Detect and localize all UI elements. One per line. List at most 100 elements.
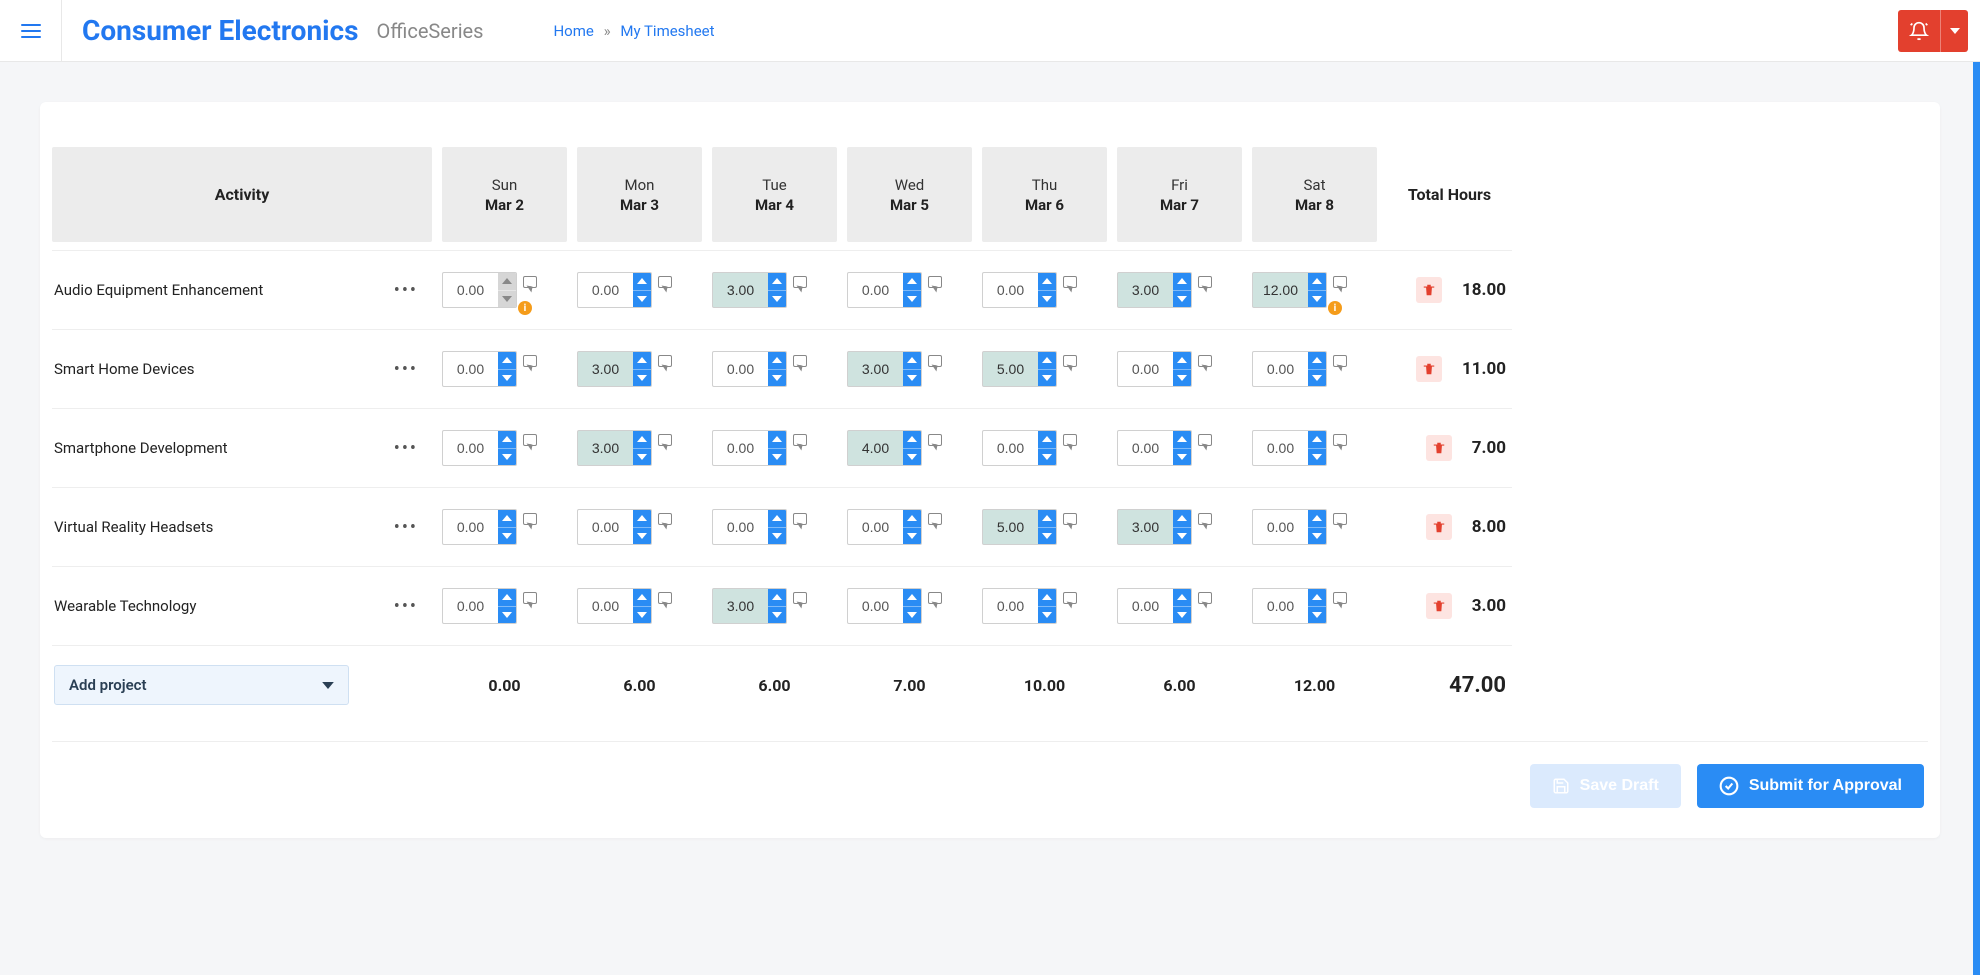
hour-input[interactable]: [1118, 352, 1173, 386]
spin-up-button[interactable]: [1173, 431, 1191, 449]
hour-input[interactable]: [443, 510, 498, 544]
spin-down-button[interactable]: [498, 449, 516, 466]
comment-icon[interactable]: [928, 276, 942, 288]
hour-input[interactable]: [848, 352, 903, 386]
comment-icon[interactable]: [523, 434, 537, 446]
hour-input[interactable]: [443, 273, 498, 307]
hour-input[interactable]: [983, 352, 1038, 386]
comment-icon[interactable]: [1198, 434, 1212, 446]
spin-up-button[interactable]: [903, 589, 921, 607]
spin-up-button[interactable]: [633, 352, 651, 370]
spin-down-button[interactable]: [903, 291, 921, 308]
comment-icon[interactable]: [1063, 276, 1077, 288]
spin-up-button[interactable]: [903, 352, 921, 370]
comment-icon[interactable]: [523, 276, 537, 288]
spin-up-button[interactable]: [633, 510, 651, 528]
hour-input[interactable]: [1118, 589, 1173, 623]
comment-icon[interactable]: [1063, 592, 1077, 604]
spin-down-button[interactable]: [903, 449, 921, 466]
spin-down-button[interactable]: [903, 370, 921, 387]
spin-up-button[interactable]: [1173, 273, 1191, 291]
comment-icon[interactable]: [658, 592, 672, 604]
row-more-button[interactable]: •••: [388, 513, 424, 542]
spin-up-button[interactable]: [903, 431, 921, 449]
spin-down-button[interactable]: [768, 607, 786, 624]
spin-down-button[interactable]: [1038, 370, 1056, 387]
spin-up-button[interactable]: [903, 273, 921, 291]
row-more-button[interactable]: •••: [388, 592, 424, 621]
hour-input[interactable]: [848, 589, 903, 623]
comment-icon[interactable]: [793, 434, 807, 446]
spin-down-button[interactable]: [498, 370, 516, 387]
hour-input[interactable]: [1118, 431, 1173, 465]
comment-icon[interactable]: [658, 434, 672, 446]
spin-down-button[interactable]: [633, 528, 651, 545]
comment-icon[interactable]: [793, 513, 807, 525]
comment-icon[interactable]: [1333, 276, 1347, 288]
spin-up-button[interactable]: [768, 589, 786, 607]
comment-icon[interactable]: [793, 355, 807, 367]
hour-input[interactable]: [443, 589, 498, 623]
spin-up-button[interactable]: [1308, 352, 1326, 370]
hour-input[interactable]: [713, 352, 768, 386]
hour-input[interactable]: [1118, 273, 1173, 307]
hour-input[interactable]: [983, 589, 1038, 623]
comment-icon[interactable]: [1198, 276, 1212, 288]
delete-row-button[interactable]: [1426, 514, 1452, 540]
comment-icon[interactable]: [928, 592, 942, 604]
breadcrumb-current[interactable]: My Timesheet: [620, 22, 714, 40]
comment-icon[interactable]: [928, 434, 942, 446]
spin-up-button[interactable]: [633, 589, 651, 607]
comment-icon[interactable]: [1198, 513, 1212, 525]
spin-down-button[interactable]: [1308, 291, 1326, 308]
menu-button[interactable]: [0, 0, 62, 62]
spin-up-button[interactable]: [498, 510, 516, 528]
spin-up-button[interactable]: [768, 510, 786, 528]
hour-input[interactable]: [983, 431, 1038, 465]
spin-down-button[interactable]: [903, 607, 921, 624]
spin-down-button[interactable]: [1308, 607, 1326, 624]
comment-icon[interactable]: [1063, 513, 1077, 525]
hour-input[interactable]: [1253, 352, 1308, 386]
comment-icon[interactable]: [1063, 434, 1077, 446]
spin-up-button[interactable]: [1038, 510, 1056, 528]
hour-input[interactable]: [713, 273, 768, 307]
spin-down-button[interactable]: [633, 370, 651, 387]
hour-input[interactable]: [713, 510, 768, 544]
spin-up-button[interactable]: [1308, 273, 1326, 291]
hour-input[interactable]: [443, 431, 498, 465]
delete-row-button[interactable]: [1426, 593, 1452, 619]
hour-input[interactable]: [983, 510, 1038, 544]
comment-icon[interactable]: [1333, 355, 1347, 367]
spin-down-button[interactable]: [1173, 607, 1191, 624]
spin-up-button[interactable]: [1038, 431, 1056, 449]
hour-input[interactable]: [578, 352, 633, 386]
spin-down-button[interactable]: [1038, 528, 1056, 545]
hour-input[interactable]: [1253, 510, 1308, 544]
hour-input[interactable]: [1253, 589, 1308, 623]
spin-up-button[interactable]: [1173, 510, 1191, 528]
spin-up-button[interactable]: [903, 510, 921, 528]
spin-up-button[interactable]: [768, 273, 786, 291]
hour-input[interactable]: [578, 273, 633, 307]
spin-down-button[interactable]: [1173, 449, 1191, 466]
spin-down-button[interactable]: [633, 607, 651, 624]
spin-up-button[interactable]: [1173, 589, 1191, 607]
delete-row-button[interactable]: [1426, 435, 1452, 461]
notification-button[interactable]: [1898, 10, 1940, 52]
comment-icon[interactable]: [658, 355, 672, 367]
spin-up-button[interactable]: [1173, 352, 1191, 370]
spin-up-button[interactable]: [1308, 510, 1326, 528]
spin-up-button[interactable]: [1308, 589, 1326, 607]
notification-dropdown[interactable]: [1940, 10, 1968, 52]
spin-up-button[interactable]: [1308, 431, 1326, 449]
comment-icon[interactable]: [1063, 355, 1077, 367]
spin-down-button[interactable]: [1173, 370, 1191, 387]
row-more-button[interactable]: •••: [388, 276, 424, 305]
spin-up-button[interactable]: [768, 352, 786, 370]
hour-input[interactable]: [848, 431, 903, 465]
spin-up-button[interactable]: [498, 352, 516, 370]
spin-down-button[interactable]: [498, 607, 516, 624]
comment-icon[interactable]: [523, 355, 537, 367]
hour-input[interactable]: [443, 352, 498, 386]
